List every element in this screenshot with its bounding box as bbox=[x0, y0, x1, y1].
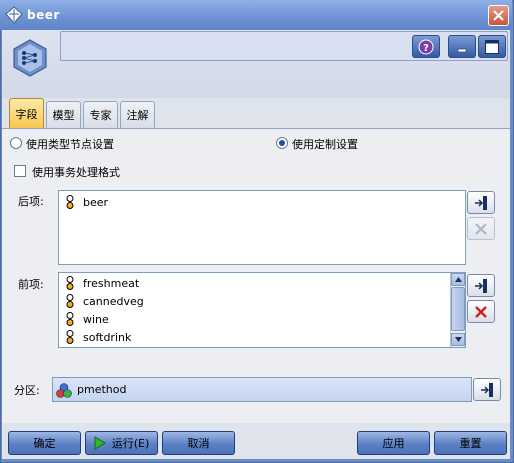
cancel-label: 取消 bbox=[187, 437, 210, 450]
run-button[interactable]: 运行(E) bbox=[85, 431, 158, 455]
partition-value: pmethod bbox=[77, 383, 127, 396]
arrow-up-icon bbox=[454, 277, 462, 282]
cancel-button[interactable]: 取消 bbox=[162, 431, 235, 455]
tab-fields-label: 字段 bbox=[15, 108, 38, 121]
maximize-icon bbox=[485, 39, 499, 54]
antecedents-list[interactable]: freshmeat cannedveg wine softdrink bbox=[58, 272, 466, 348]
flag-field-icon bbox=[66, 330, 74, 344]
maximize-panel-button[interactable] bbox=[478, 35, 506, 58]
minimize-panel-button[interactable] bbox=[448, 35, 476, 58]
association-node-icon bbox=[13, 39, 47, 77]
remove-icon bbox=[475, 305, 487, 318]
tab-expert-label: 专家 bbox=[89, 109, 112, 122]
tab-expert[interactable]: 专家 bbox=[83, 101, 118, 128]
list-item[interactable]: freshmeat bbox=[65, 274, 139, 292]
flag-field-icon bbox=[66, 195, 74, 209]
close-button[interactable] bbox=[488, 5, 509, 26]
pick-consequents-button[interactable] bbox=[467, 191, 495, 214]
transactional-label: 使用事务处理格式 bbox=[32, 166, 120, 179]
node-name-field[interactable] bbox=[60, 31, 508, 61]
ok-label: 确定 bbox=[33, 437, 56, 450]
field-picker-icon bbox=[475, 278, 487, 293]
reset-button[interactable]: 重置 bbox=[434, 431, 507, 455]
use-type-node-radio[interactable] bbox=[10, 137, 22, 149]
use-custom-label: 使用定制设置 bbox=[292, 138, 358, 151]
list-item[interactable]: beer bbox=[65, 193, 108, 211]
reset-label: 重置 bbox=[459, 437, 482, 450]
flag-field-icon bbox=[66, 294, 74, 308]
list-item-label: softdrink bbox=[83, 330, 132, 344]
consequents-label: 后项: bbox=[18, 195, 44, 208]
use-type-node-label: 使用类型节点设置 bbox=[26, 138, 114, 151]
list-item-label: wine bbox=[83, 312, 109, 326]
apply-button[interactable]: 应用 bbox=[357, 431, 430, 455]
help-icon: ? bbox=[418, 39, 434, 54]
pick-partition-button[interactable] bbox=[473, 378, 501, 401]
tab-annotations-label: 注解 bbox=[126, 109, 149, 122]
arrow-down-icon bbox=[454, 337, 462, 342]
tab-annotations[interactable]: 注解 bbox=[120, 101, 155, 128]
partition-select[interactable]: pmethod bbox=[52, 377, 472, 402]
help-button[interactable]: ? bbox=[412, 35, 440, 58]
minimize-icon bbox=[457, 48, 467, 52]
set-field-icon bbox=[56, 383, 72, 398]
antecedents-label: 前项: bbox=[18, 278, 44, 291]
tab-model[interactable]: 模型 bbox=[46, 101, 81, 128]
list-item-label: beer bbox=[83, 195, 109, 209]
tab-fields[interactable]: 字段 bbox=[9, 98, 44, 129]
app-diamond-icon bbox=[5, 6, 23, 24]
close-icon bbox=[493, 10, 504, 21]
scroll-down-button[interactable] bbox=[451, 333, 465, 346]
ok-button[interactable]: 确定 bbox=[8, 431, 81, 455]
list-item-label: freshmeat bbox=[83, 276, 140, 290]
antecedents-scrollbar[interactable] bbox=[450, 273, 465, 347]
consequents-list[interactable]: beer bbox=[58, 190, 466, 265]
flag-field-icon bbox=[66, 276, 74, 290]
list-item-label: cannedveg bbox=[83, 294, 144, 308]
transactional-checkbox[interactable] bbox=[14, 165, 26, 177]
partition-label: 分区: bbox=[14, 384, 40, 397]
list-item[interactable]: wine bbox=[65, 310, 109, 328]
run-play-icon bbox=[94, 436, 106, 450]
svg-text:?: ? bbox=[423, 43, 429, 54]
field-picker-icon bbox=[475, 195, 487, 210]
window-title: beer bbox=[27, 8, 60, 22]
scroll-up-button[interactable] bbox=[451, 273, 465, 286]
use-custom-radio[interactable] bbox=[276, 137, 288, 149]
field-picker-icon bbox=[481, 382, 493, 397]
tab-model-label: 模型 bbox=[52, 109, 75, 122]
pick-antecedents-button[interactable] bbox=[467, 274, 495, 297]
remove-antecedents-button[interactable] bbox=[467, 300, 495, 323]
flag-field-icon bbox=[66, 312, 74, 326]
scroll-thumb[interactable] bbox=[451, 287, 465, 331]
list-item[interactable]: cannedveg bbox=[65, 292, 144, 310]
list-item[interactable]: softdrink bbox=[65, 328, 131, 346]
title-bar[interactable] bbox=[0, 0, 512, 30]
apply-label: 应用 bbox=[382, 437, 405, 450]
run-label: 运行(E) bbox=[111, 437, 150, 450]
remove-consequents-button[interactable] bbox=[467, 217, 495, 240]
remove-icon bbox=[475, 222, 487, 235]
